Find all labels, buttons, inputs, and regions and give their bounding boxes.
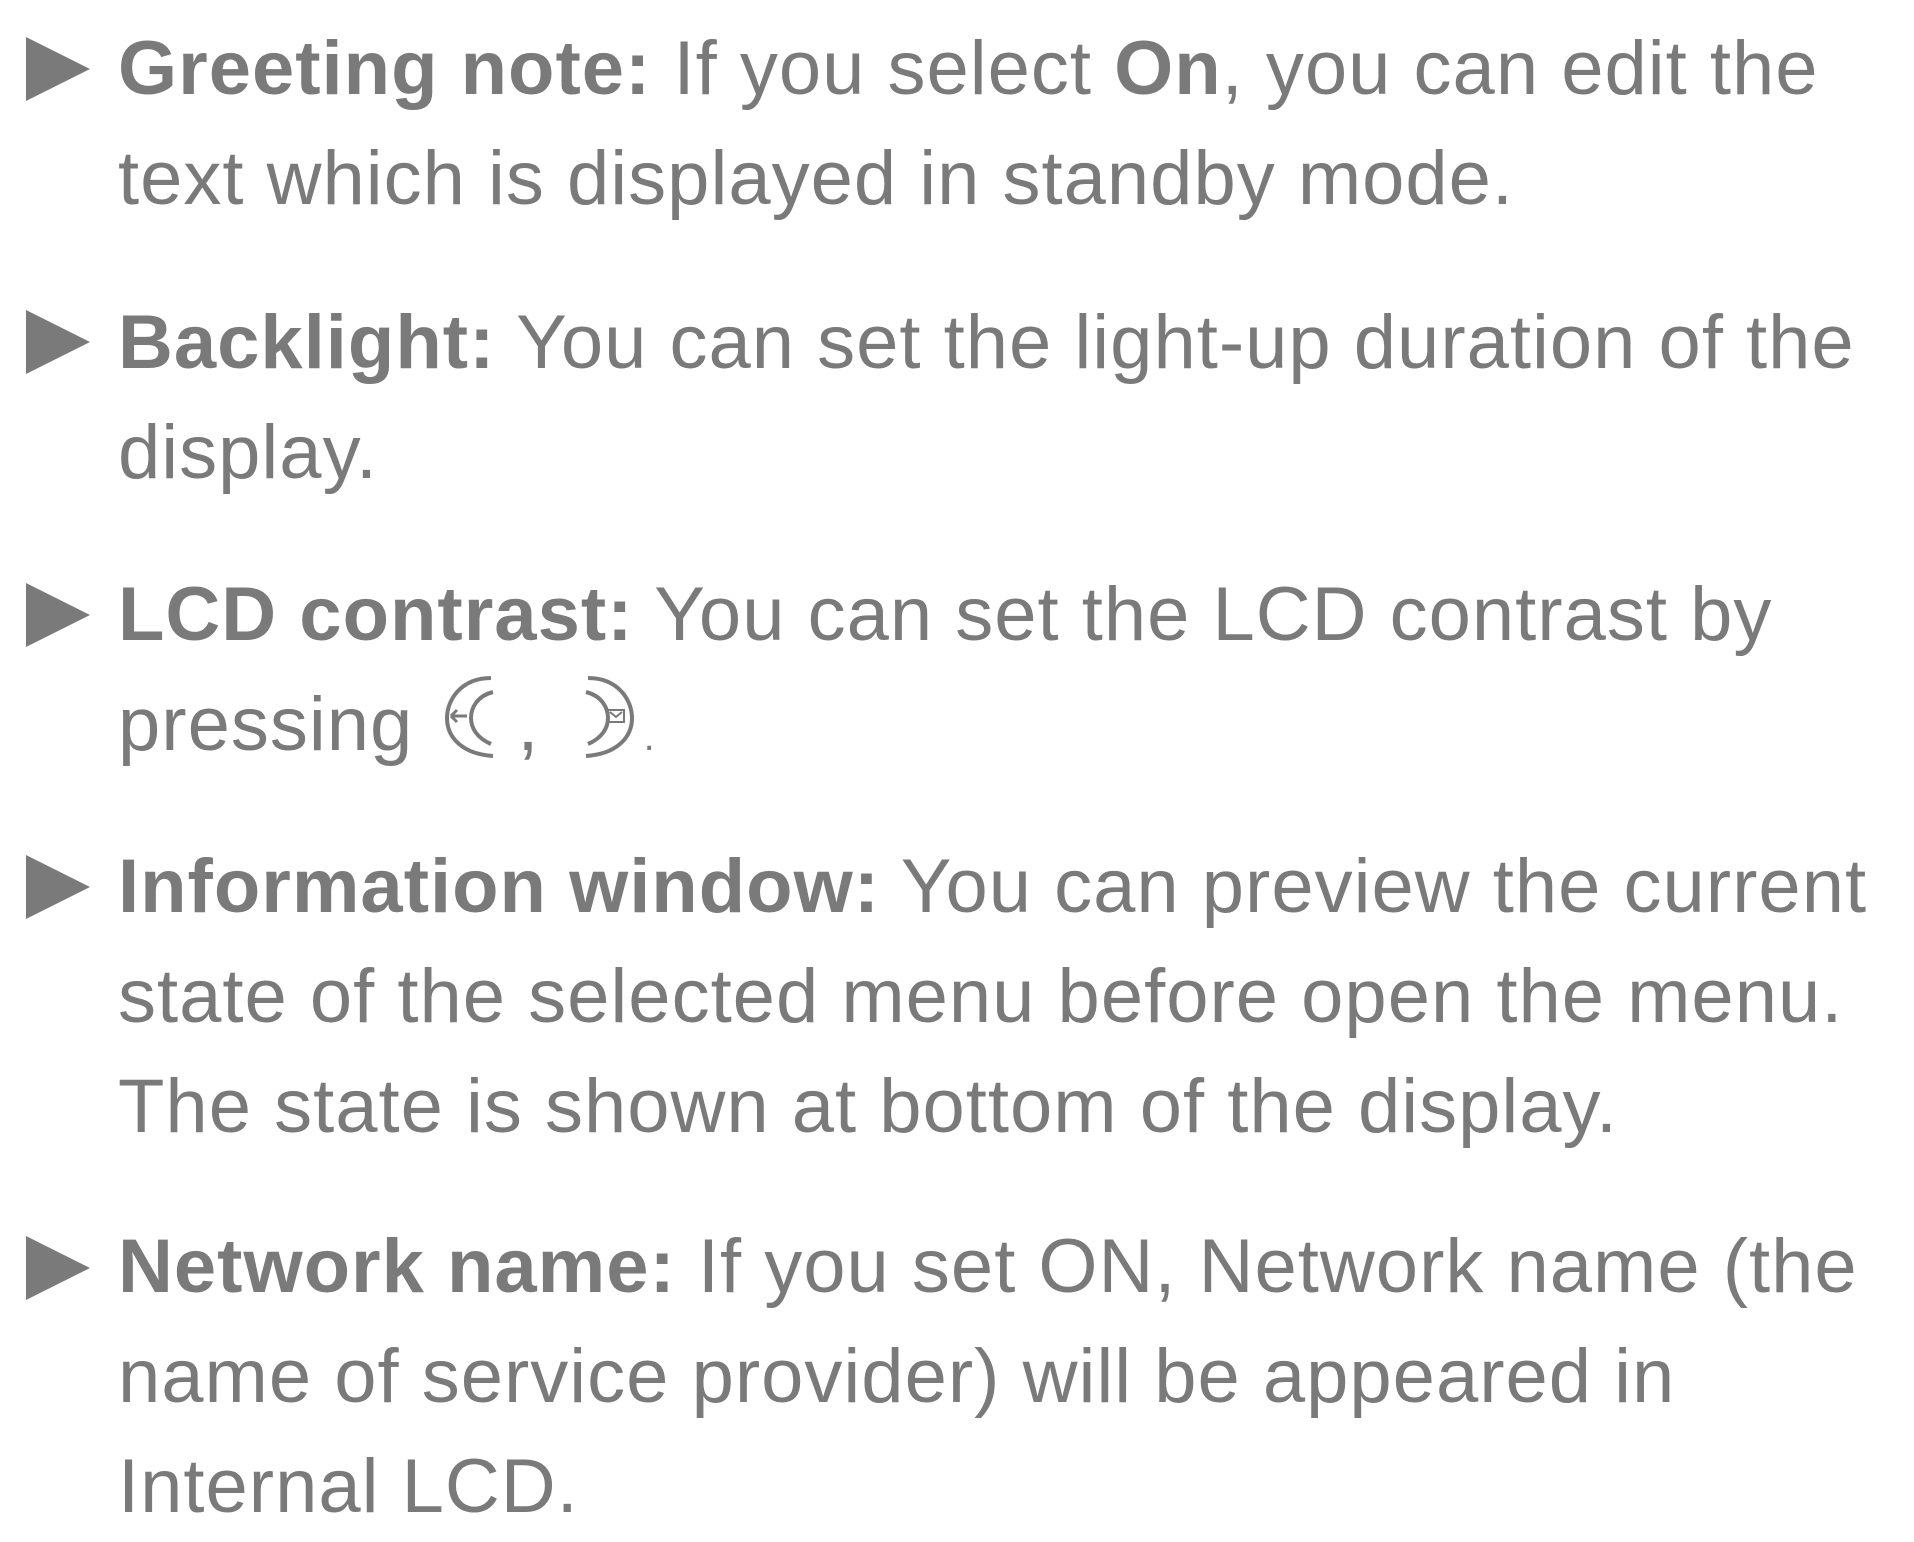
- keyword-on: On: [1114, 26, 1222, 111]
- information-window-line-3: The state is shown at bottom of the disp…: [118, 1064, 1619, 1149]
- backlight-rest: You can set the light-up duration of the: [495, 300, 1855, 385]
- backlight-line-2: display.: [118, 410, 379, 495]
- bullet-arrow-icon: [26, 855, 90, 919]
- information-window-line-1: Information window: You can preview the …: [118, 832, 1914, 942]
- information-window-rest: You can preview the current: [880, 844, 1868, 929]
- term-lcd-contrast: LCD contrast:: [118, 572, 634, 657]
- left-nav-key-icon: [441, 670, 511, 790]
- manual-page: Greeting note: If you select On, you can…: [0, 0, 1914, 1529]
- bullet-arrow-icon: [26, 37, 90, 101]
- information-window-line-2: state of the selected menu before open t…: [118, 954, 1844, 1039]
- lcd-contrast-line-1: LCD contrast: You can set the LCD contra…: [118, 560, 1914, 670]
- bullet-arrow-icon: [26, 583, 90, 647]
- lcd-contrast-rest: You can set the LCD contrast by: [633, 572, 1773, 657]
- network-name-line-3: Internal LCD.: [118, 1444, 579, 1529]
- greeting-note-pre: If you select: [651, 26, 1115, 111]
- network-name-line-2: name of service provider) will be appear…: [118, 1334, 1676, 1419]
- key-separator: ,: [517, 682, 540, 768]
- backlight-line-1: Backlight: You can set the light-up dura…: [118, 288, 1914, 398]
- right-nav-key-icon: [568, 670, 638, 790]
- term-information-window: Information window:: [118, 844, 881, 929]
- greeting-note-post: , you can edit the: [1221, 26, 1819, 111]
- network-name-line-1: Network name: If you set ON, Network nam…: [118, 1212, 1914, 1322]
- term-backlight: Backlight:: [118, 300, 496, 385]
- greeting-note-line-1: Greeting note: If you select On, you can…: [118, 14, 1914, 124]
- pressing-label: pressing: [118, 682, 414, 768]
- term-greeting-note: Greeting note:: [118, 26, 652, 111]
- bullet-arrow-icon: [26, 310, 90, 374]
- line-end-period: .: [643, 715, 656, 760]
- greeting-note-line-2: text which is displayed in standby mode.: [118, 136, 1515, 221]
- lcd-contrast-line-2: pressing , .: [118, 670, 1914, 792]
- bullet-arrow-icon: [26, 1236, 90, 1300]
- network-name-rest: If you set ON, Network name (the: [675, 1224, 1858, 1309]
- term-network-name: Network name:: [118, 1224, 676, 1309]
